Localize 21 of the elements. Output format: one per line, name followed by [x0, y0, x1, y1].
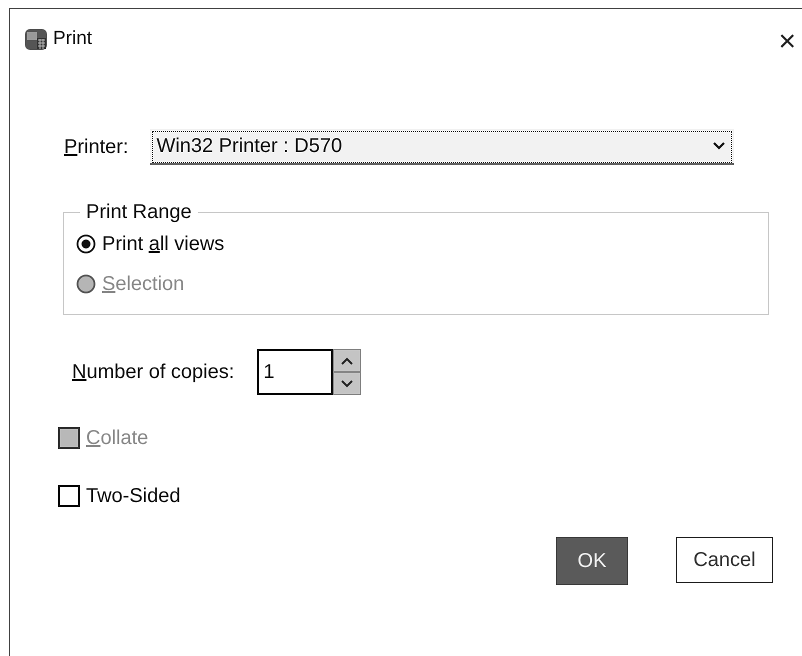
close-button[interactable]: × — [774, 27, 800, 57]
printer-dropdown[interactable]: Win32 Printer : D570 — [150, 129, 734, 165]
spin-up-button[interactable] — [333, 349, 362, 372]
cancel-button[interactable]: Cancel — [676, 537, 773, 583]
spin-down-button[interactable] — [333, 372, 362, 395]
option-label: Print all views — [102, 232, 224, 256]
checkbox-label: Collate — [86, 426, 148, 450]
ok-button[interactable]: OK — [556, 537, 628, 585]
copies-label: Number of copies: — [72, 360, 234, 384]
radio-button[interactable] — [76, 234, 96, 254]
caret-up-icon — [341, 356, 354, 364]
printer-label: Printer: — [64, 136, 128, 158]
option-label: Selection — [102, 272, 184, 296]
group-title: Print Range — [85, 201, 193, 224]
checkbox-label: Two-Sided — [86, 484, 180, 508]
window-title: Print — [53, 28, 92, 50]
caret-down-icon — [341, 380, 354, 388]
copies-field[interactable]: 1 — [257, 349, 334, 395]
app-icon — [23, 26, 49, 52]
checkbox[interactable] — [58, 485, 80, 507]
chevron-down-icon — [712, 141, 726, 151]
